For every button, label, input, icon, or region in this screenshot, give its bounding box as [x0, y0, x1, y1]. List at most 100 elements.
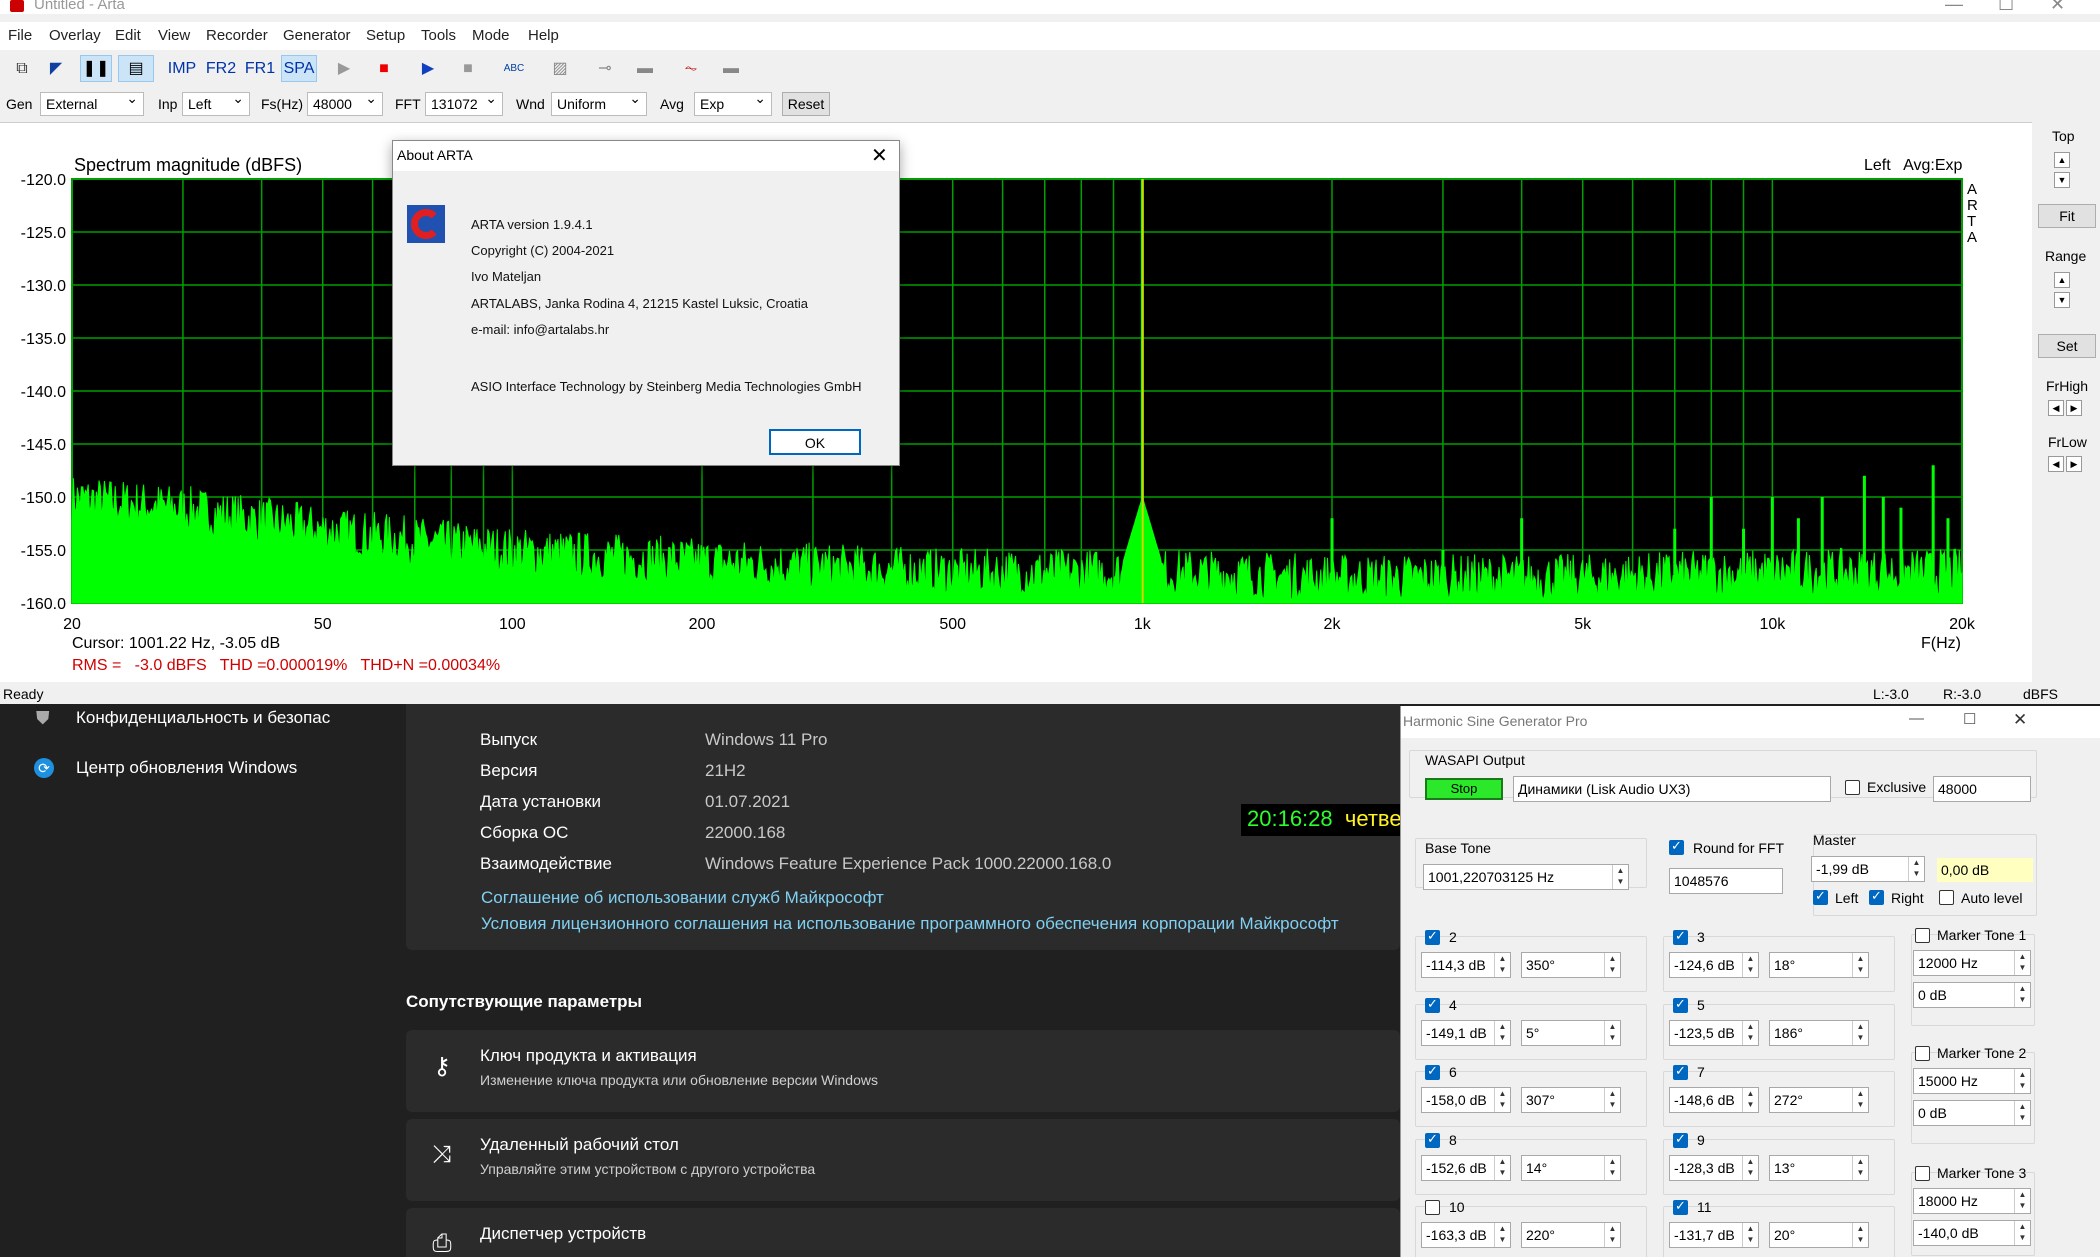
fft-size-select[interactable]: 1048576: [1669, 868, 1783, 894]
harmonic-checkbox[interactable]: [1425, 1200, 1440, 1215]
harmonic-phase-field[interactable]: 307° ▲ ▼: [1521, 1087, 1621, 1113]
inp-select[interactable]: Left: [182, 90, 250, 116]
left-checkbox[interactable]: [1813, 888, 1828, 905]
harmonic-phase-field[interactable]: 5° ▲ ▼: [1521, 1019, 1621, 1046]
new-icon[interactable]: ⧉: [8, 55, 36, 82]
scope-icon[interactable]: ⏦: [676, 55, 706, 82]
hsg-close-icon[interactable]: ✕: [2013, 710, 2027, 730]
license-terms-link[interactable]: Условия лицензионного соглашения на испо…: [481, 914, 1339, 934]
menu-help[interactable]: Help: [528, 27, 559, 44]
marker-freq-field[interactable]: 18000 Hz ▲ ▼: [1913, 1188, 2031, 1214]
fr1-button[interactable]: FR1: [242, 55, 278, 82]
top-down-button[interactable]: ▼: [2054, 172, 2070, 188]
harmonic-phase-field[interactable]: 20° ▲ ▼: [1769, 1222, 1869, 1248]
rate-select[interactable]: 48000: [1933, 776, 2031, 802]
reset-button[interactable]: Reset: [782, 92, 830, 116]
harmonic-phase-field[interactable]: 186° ▲ ▼: [1769, 1019, 1869, 1046]
range-down-button[interactable]: ▼: [2054, 292, 2070, 308]
harmonic-checkbox[interactable]: [1425, 1063, 1440, 1080]
marker-checkbox[interactable]: [1915, 928, 1930, 943]
harmonic-checkbox[interactable]: [1425, 996, 1440, 1013]
nav-privacy[interactable]: Конфиденциальность и безопас: [76, 708, 330, 728]
harmonic-checkbox[interactable]: [1673, 928, 1688, 945]
set-button[interactable]: Set: [2038, 334, 2096, 358]
harmonic-checkbox[interactable]: [1673, 1198, 1688, 1215]
ok-button[interactable]: OK: [769, 429, 861, 455]
harmonic-phase-field[interactable]: 18° ▲ ▼: [1769, 952, 1869, 978]
hsg-maximize-icon[interactable]: ☐: [1963, 710, 1976, 728]
avg-select[interactable]: Exp: [694, 90, 772, 116]
cable-icon[interactable]: ⊸: [590, 55, 620, 82]
remote-desktop-card[interactable]: ⤨ Удаленный рабочий стол Управляйте этим…: [406, 1119, 1400, 1201]
top-up-button[interactable]: ▲: [2054, 152, 2070, 168]
spa-button[interactable]: SPA: [281, 55, 317, 82]
menu-mode[interactable]: Mode: [472, 27, 510, 44]
menu-file[interactable]: File: [8, 27, 32, 44]
product-key-card[interactable]: ⚷ Ключ продукта и активация Изменение кл…: [406, 1030, 1400, 1112]
meter-icon[interactable]: ▬: [716, 55, 746, 82]
device-icon[interactable]: ▬: [630, 55, 660, 82]
spectrum-chart[interactable]: -120.0 -125.0 -130.0 -135.0 -140.0 -145.0 -150…: [0, 123, 2032, 683]
fs-select[interactable]: 48000: [307, 90, 383, 116]
generator-icon[interactable]: ▨: [545, 55, 575, 82]
harmonic-level-field[interactable]: -163,3 dB ▲ ▼: [1421, 1222, 1511, 1248]
menu-view[interactable]: View: [158, 27, 190, 44]
pause-icon[interactable]: ❚❚: [80, 55, 112, 82]
fft-select[interactable]: 131072: [425, 90, 503, 116]
wnd-select[interactable]: Uniform: [551, 90, 647, 116]
base-tone-field[interactable]: 1001,220703125 Hz ▲ ▼: [1423, 864, 1629, 890]
record-stop-icon[interactable]: ■: [454, 55, 482, 82]
menu-recorder[interactable]: Recorder: [206, 27, 268, 44]
frhigh-right-button[interactable]: ▶: [2066, 400, 2082, 416]
frhigh-left-button[interactable]: ◀: [2048, 400, 2064, 416]
about-close-icon[interactable]: ✕: [871, 143, 888, 168]
harmonic-level-field[interactable]: -124,6 dB ▲ ▼: [1669, 952, 1759, 978]
harmonic-checkbox[interactable]: [1673, 1063, 1688, 1080]
device-select[interactable]: Динамики (Lisk Audio UX3): [1513, 776, 1831, 802]
menu-tools[interactable]: Tools: [421, 27, 456, 44]
range-up-button[interactable]: ▲: [2054, 272, 2070, 288]
close-icon[interactable]: ✕: [2050, 0, 2065, 14]
stop-button[interactable]: Stop: [1425, 778, 1503, 800]
frlow-right-button[interactable]: ▶: [2066, 456, 2082, 472]
harmonic-phase-field[interactable]: 13° ▲ ▼: [1769, 1154, 1869, 1181]
imp-button[interactable]: IMP: [164, 55, 200, 82]
exclusive-checkbox[interactable]: [1845, 780, 1860, 795]
harmonic-level-field[interactable]: -148,6 dB ▲ ▼: [1669, 1087, 1759, 1113]
marker-level-field[interactable]: 0 dB ▲ ▼: [1913, 982, 2031, 1008]
menu-overlay[interactable]: Overlay: [49, 27, 101, 44]
harmonic-checkbox[interactable]: [1673, 1131, 1688, 1148]
harmonic-level-field[interactable]: -131,7 dB ▲ ▼: [1669, 1222, 1759, 1248]
menu-edit[interactable]: Edit: [115, 27, 141, 44]
stop-icon[interactable]: ■: [370, 55, 398, 82]
record-play-icon[interactable]: ▶: [414, 55, 442, 82]
gen-select[interactable]: External: [40, 90, 144, 116]
round-fft-checkbox[interactable]: [1669, 838, 1684, 855]
table-icon[interactable]: ▤: [118, 55, 154, 82]
harmonic-phase-field[interactable]: 350° ▲ ▼: [1521, 952, 1621, 978]
harmonic-phase-field[interactable]: 220° ▲ ▼: [1521, 1222, 1621, 1248]
harmonic-checkbox[interactable]: [1673, 996, 1688, 1013]
fit-button[interactable]: Fit: [2038, 204, 2096, 228]
menu-setup[interactable]: Setup: [366, 27, 405, 44]
marker-level-field[interactable]: -140,0 dB ▲ ▼: [1913, 1220, 2031, 1246]
harmonic-checkbox[interactable]: [1425, 928, 1440, 945]
marker-checkbox[interactable]: [1915, 1046, 1930, 1061]
services-agreement-link[interactable]: Соглашение об использовании служб Майкро…: [481, 888, 884, 908]
harmonic-level-field[interactable]: -152,6 dB ▲ ▼: [1421, 1154, 1511, 1181]
harmonic-level-field[interactable]: -128,3 dB ▲ ▼: [1669, 1154, 1759, 1181]
harmonic-level-field[interactable]: -149,1 dB ▲ ▼: [1421, 1019, 1511, 1046]
fr2-button[interactable]: FR2: [203, 55, 239, 82]
marker-freq-field[interactable]: 12000 Hz ▲ ▼: [1913, 950, 2031, 976]
harmonic-level-field[interactable]: -158,0 dB ▲ ▼: [1421, 1087, 1511, 1113]
marker-freq-field[interactable]: 15000 Hz ▲ ▼: [1913, 1068, 2031, 1094]
harmonic-level-field[interactable]: -123,5 dB ▲ ▼: [1669, 1019, 1759, 1046]
abc-icon[interactable]: ABC: [498, 55, 530, 82]
auto-level-checkbox[interactable]: [1939, 890, 1954, 905]
frlow-left-button[interactable]: ◀: [2048, 456, 2064, 472]
hsg-minimize-icon[interactable]: —: [1909, 710, 1924, 727]
master-level-field[interactable]: -1,99 dB ▲ ▼: [1811, 856, 1925, 882]
play-icon[interactable]: ▶: [330, 55, 358, 82]
harmonic-phase-field[interactable]: 14° ▲ ▼: [1521, 1154, 1621, 1181]
open-icon[interactable]: ◤: [42, 55, 70, 82]
